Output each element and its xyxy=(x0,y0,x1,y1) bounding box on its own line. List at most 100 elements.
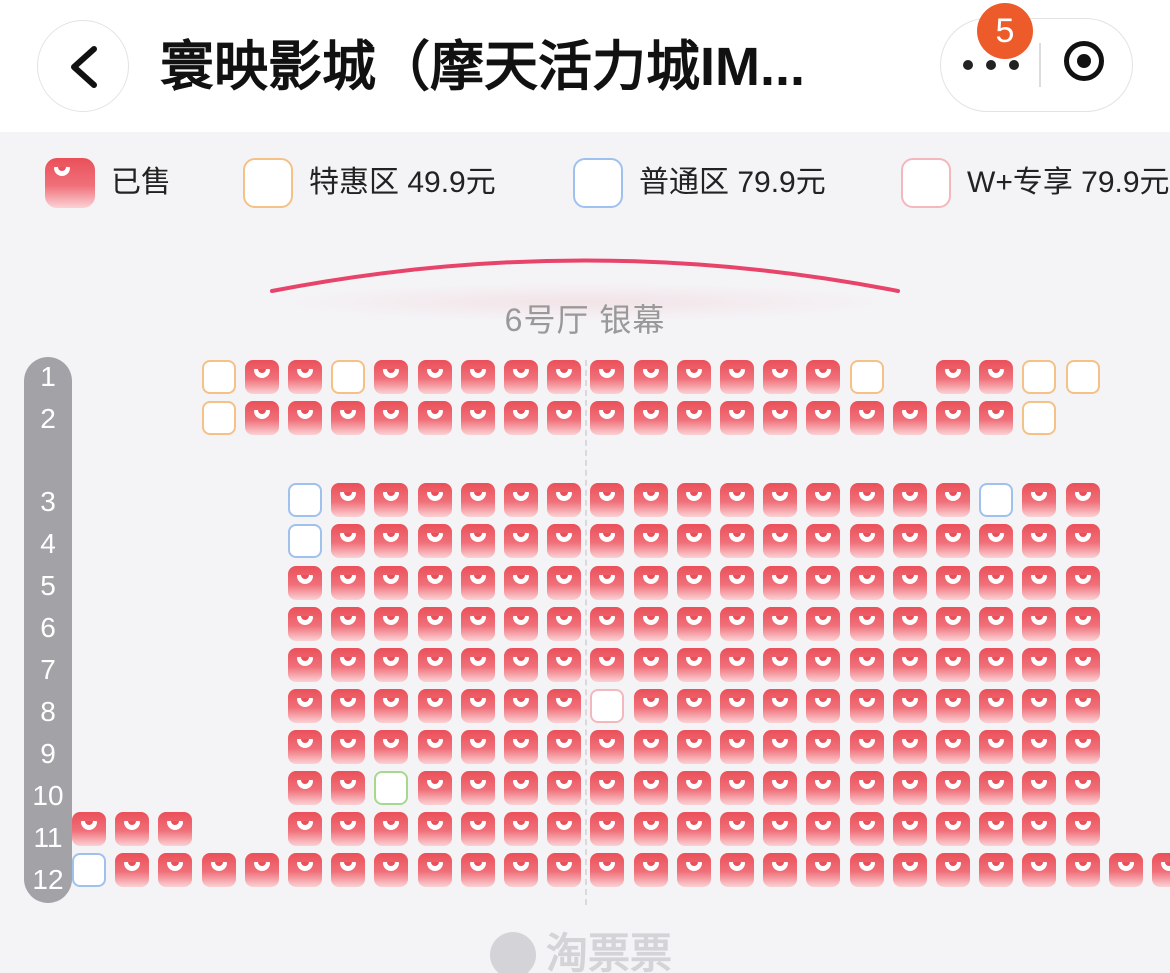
seat-sold xyxy=(633,853,668,887)
seat-sold xyxy=(720,566,754,600)
watermark-text: 淘票票 xyxy=(546,930,673,973)
seat-sold xyxy=(417,524,452,558)
seat-sold xyxy=(115,812,150,846)
seat-sold xyxy=(374,812,409,846)
seat-sold xyxy=(590,853,625,887)
seat-sold xyxy=(1065,771,1100,805)
seat-sold xyxy=(460,483,495,517)
seat-pick[interactable] xyxy=(374,771,409,805)
seat-sold xyxy=(763,689,798,723)
seat-sold xyxy=(331,771,366,805)
seat-sold xyxy=(331,607,366,641)
row-number: 6 xyxy=(40,612,56,643)
row-number: 5 xyxy=(40,570,56,601)
seat-sold xyxy=(1022,607,1057,641)
seat-sold xyxy=(504,853,538,887)
seat-sold xyxy=(979,360,1014,394)
seat-sold xyxy=(547,607,582,641)
seat-sold xyxy=(158,812,193,846)
seat-sold xyxy=(633,566,668,600)
seat-sold xyxy=(676,771,711,805)
seat-sold xyxy=(460,360,495,394)
seat-sold xyxy=(1065,853,1100,887)
seat-sold xyxy=(720,483,754,517)
seat-putong[interactable] xyxy=(72,853,106,887)
seat-putong[interactable] xyxy=(979,483,1014,517)
seat-wplus[interactable] xyxy=(590,689,625,723)
seat-sold xyxy=(460,401,495,435)
seat-sold xyxy=(806,812,841,846)
seat-sold xyxy=(892,812,927,846)
seat-tehui[interactable] xyxy=(331,360,366,394)
seat-sold xyxy=(504,730,538,764)
seat-sold xyxy=(806,771,841,805)
seat-sold xyxy=(417,812,452,846)
seat-sold xyxy=(331,483,366,517)
seat-sold xyxy=(806,648,841,682)
seat-sold xyxy=(936,360,970,394)
seat-sold xyxy=(892,483,927,517)
seat-tehui[interactable] xyxy=(1065,360,1100,394)
seat-sold xyxy=(633,607,668,641)
seat-sold xyxy=(417,771,452,805)
seat-sold xyxy=(720,360,754,394)
seat-sold xyxy=(806,689,841,723)
seat-sold xyxy=(417,566,452,600)
seat-sold xyxy=(892,607,927,641)
seat-sold xyxy=(936,607,970,641)
seat-sold xyxy=(676,730,711,764)
seat-sold xyxy=(460,524,495,558)
seat-sold xyxy=(720,812,754,846)
seat-sold xyxy=(849,566,884,600)
seat-sold xyxy=(720,524,754,558)
seat-sold xyxy=(936,689,970,723)
seat-sold xyxy=(849,812,884,846)
seat-tehui[interactable] xyxy=(201,360,236,394)
seat-sold xyxy=(504,483,538,517)
seat-sold xyxy=(547,812,582,846)
seat-sold xyxy=(720,730,754,764)
seat-sold xyxy=(417,648,452,682)
seat-tehui[interactable] xyxy=(849,360,884,394)
seat-sold xyxy=(460,730,495,764)
seat-sold xyxy=(1022,566,1057,600)
seat-sold xyxy=(1022,730,1057,764)
seat-putong[interactable] xyxy=(288,524,322,558)
seat-sold xyxy=(460,607,495,641)
seat-sold xyxy=(288,812,322,846)
seat-sold xyxy=(288,360,322,394)
row-number-rail: 1 2 3 4 5 6 7 8 9 10 11 12 xyxy=(24,357,72,903)
seat-sold xyxy=(590,360,625,394)
seat-sold xyxy=(763,771,798,805)
seat-sold xyxy=(1022,483,1057,517)
seat-sold xyxy=(417,483,452,517)
seat-sold xyxy=(979,771,1014,805)
seat-sold xyxy=(331,648,366,682)
seat-tehui[interactable] xyxy=(201,401,236,435)
seat-sold xyxy=(288,607,322,641)
seat-sold xyxy=(979,689,1014,723)
seat-tehui[interactable] xyxy=(1022,360,1057,394)
seat-sold xyxy=(374,360,409,394)
seat-sold xyxy=(849,401,884,435)
seat-sold xyxy=(676,648,711,682)
seat-tehui[interactable] xyxy=(1022,401,1057,435)
seat-sold xyxy=(331,853,366,887)
seat-sold xyxy=(763,360,798,394)
seat-sold xyxy=(504,566,538,600)
seat-sold xyxy=(849,689,884,723)
seat-sold xyxy=(417,730,452,764)
seat-putong[interactable] xyxy=(288,483,322,517)
seat-sold xyxy=(1065,812,1100,846)
seat-sold xyxy=(806,524,841,558)
seat-sold xyxy=(676,812,711,846)
seat-sold xyxy=(504,648,538,682)
seat-sold xyxy=(460,566,495,600)
seat-sold xyxy=(849,648,884,682)
row-number: 7 xyxy=(40,654,56,685)
seat-sold xyxy=(892,771,927,805)
seat-sold xyxy=(547,648,582,682)
seat-sold xyxy=(892,401,927,435)
seat-sold xyxy=(590,524,625,558)
seat-sold xyxy=(849,853,884,887)
